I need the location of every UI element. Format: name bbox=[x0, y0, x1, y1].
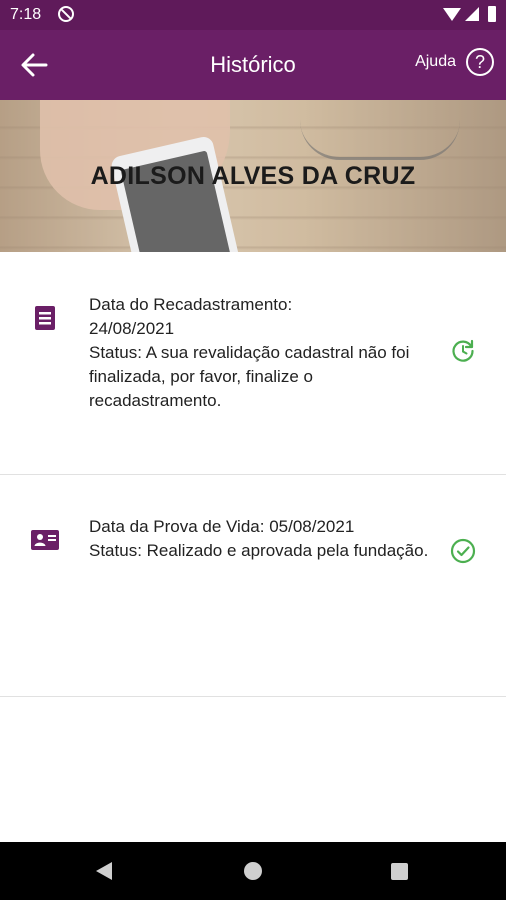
item-date: 24/08/2021 bbox=[89, 319, 175, 338]
help-label: Ajuda bbox=[415, 53, 456, 70]
history-item-text: Data da Prova de Vida: 05/08/2021 Status… bbox=[89, 515, 429, 563]
nav-home-icon[interactable] bbox=[244, 862, 262, 880]
signal-icon bbox=[465, 7, 479, 21]
nav-back-icon[interactable] bbox=[96, 862, 112, 880]
help-button[interactable]: Ajuda ? bbox=[415, 48, 494, 76]
refresh-clock-icon[interactable] bbox=[450, 338, 476, 364]
document-list-icon bbox=[35, 306, 55, 330]
status-time: 7:18 bbox=[10, 6, 42, 23]
help-circle-icon: ? bbox=[466, 48, 494, 76]
id-card-icon bbox=[31, 530, 59, 550]
profile-banner: ADILSON ALVES DA CRUZ bbox=[0, 100, 506, 252]
app-bar: Histórico Ajuda ? bbox=[0, 30, 506, 100]
sync-disabled-icon bbox=[58, 6, 74, 22]
history-list: Data do Recadastramento: 24/08/2021 Stat… bbox=[0, 252, 506, 697]
user-name: ADILSON ALVES DA CRUZ bbox=[90, 162, 416, 190]
battery-icon bbox=[488, 6, 496, 22]
system-nav-bar bbox=[0, 842, 506, 900]
nav-recents-icon[interactable] bbox=[391, 863, 408, 880]
item-status: Status: A sua revalidação cadastral não … bbox=[89, 343, 410, 410]
status-bar: 7:18 bbox=[0, 0, 506, 30]
list-item[interactable]: Data do Recadastramento: 24/08/2021 Stat… bbox=[0, 252, 506, 475]
list-item[interactable]: Data da Prova de Vida: 05/08/2021 Status… bbox=[0, 475, 506, 697]
item-title: Data do Recadastramento: bbox=[89, 295, 293, 314]
item-title: Data da Prova de Vida: 05/08/2021 bbox=[89, 517, 355, 536]
history-item-text: Data do Recadastramento: 24/08/2021 Stat… bbox=[89, 293, 429, 413]
check-circle-icon[interactable] bbox=[450, 538, 476, 564]
item-status: Status: Realizado e aprovada pela fundaç… bbox=[89, 541, 429, 560]
wifi-icon bbox=[443, 8, 461, 21]
